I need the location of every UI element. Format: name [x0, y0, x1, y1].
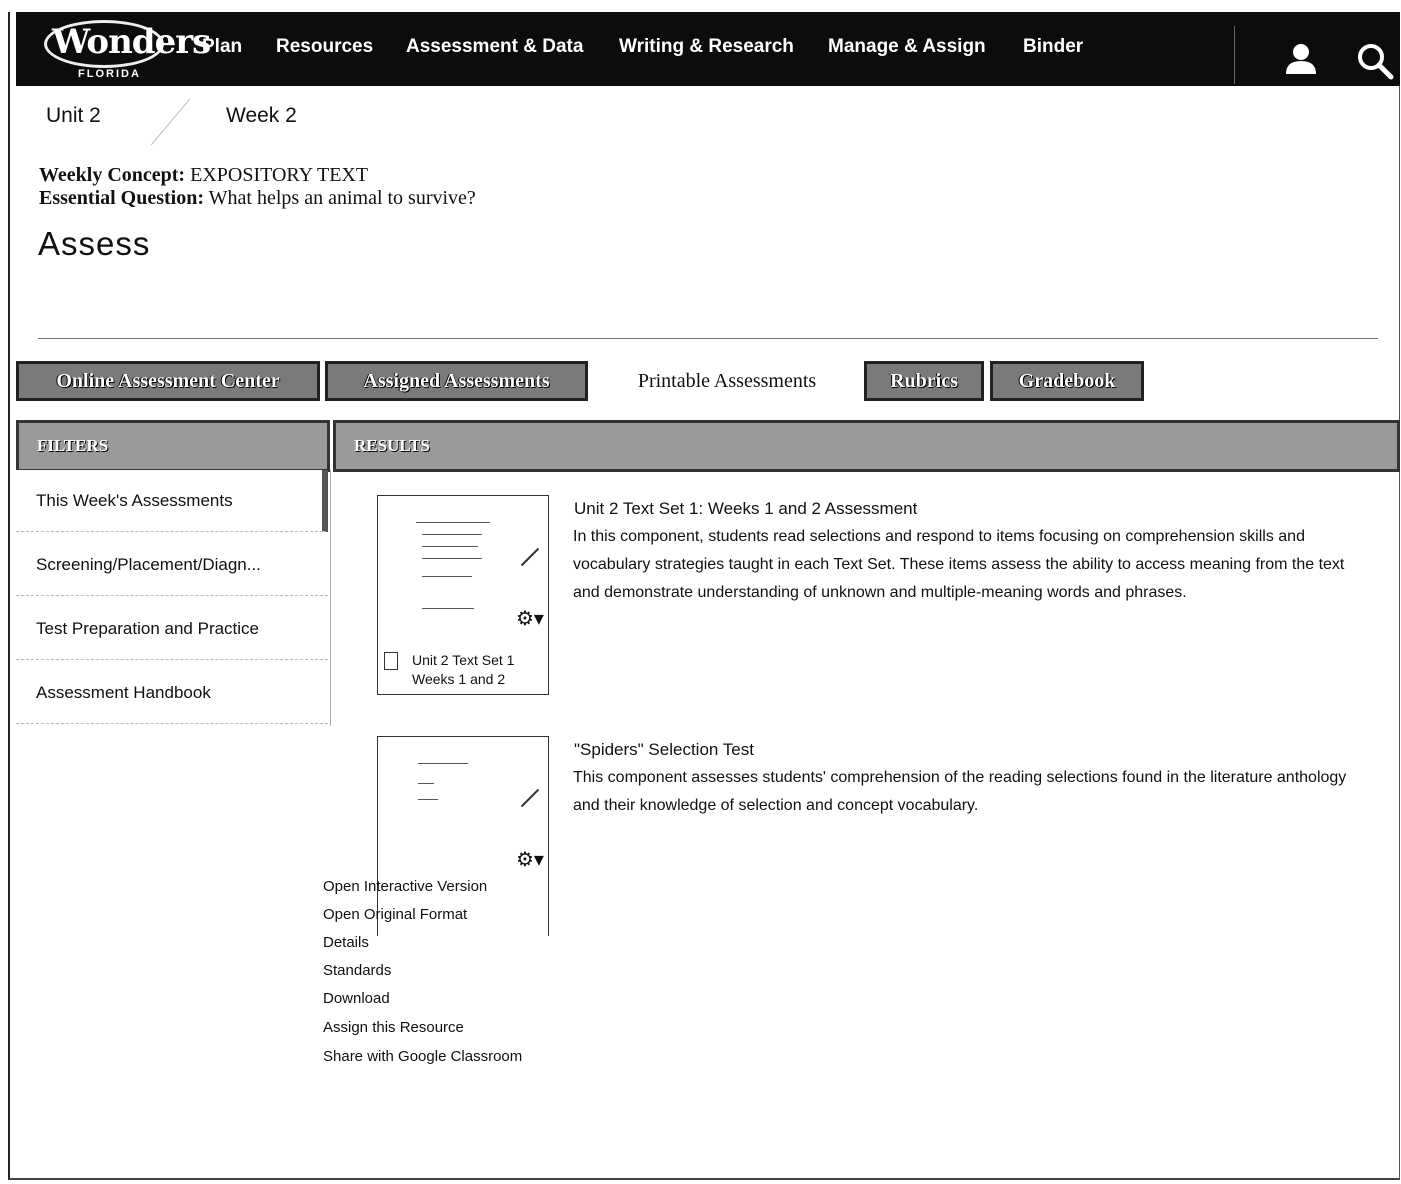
tab-assigned-assessments[interactable]: Assigned Assessments: [325, 361, 588, 401]
card-title[interactable]: Unit 2 Text Set 1: [412, 650, 514, 670]
nav-resources[interactable]: Resources: [276, 36, 373, 58]
tab-label: Rubrics: [890, 369, 958, 392]
nav-plan[interactable]: Plan: [202, 36, 242, 58]
thumbnail-line: [416, 522, 490, 523]
menu-share-google-classroom[interactable]: Share with Google Classroom: [323, 1048, 522, 1065]
tab-online-assessment-center[interactable]: Online Assessment Center: [16, 361, 320, 401]
wonders-logo[interactable]: Wonders FLORIDA: [40, 16, 211, 84]
tab-label: Printable Assessments: [637, 369, 817, 392]
nav-divider: [1234, 26, 1235, 84]
filter-test-preparation[interactable]: Test Preparation and Practice: [16, 598, 328, 660]
thumbnail-line: [418, 783, 434, 784]
thumbnail-line: [422, 608, 474, 609]
weekly-concept: Weekly Concept: EXPOSITORY TEXT: [39, 164, 368, 187]
result-description: This component assesses students' compre…: [573, 769, 1347, 814]
essential-question: Essential Question: What helps an animal…: [39, 187, 476, 210]
result-title[interactable]: Unit 2 Text Set 1: Weeks 1 and 2 Assessm…: [574, 499, 917, 519]
tab-label: Assigned Assessments: [363, 369, 550, 392]
result-title[interactable]: "Spiders" Selection Test: [574, 740, 754, 760]
tab-label: Online Assessment Center: [56, 369, 280, 392]
filter-this-weeks-assessments[interactable]: This Week's Assessments: [16, 470, 328, 532]
top-nav-bar: Wonders FLORIDA Plan Resources Assessmen…: [16, 12, 1400, 86]
divider: [38, 338, 1378, 339]
filters-header: FILTERS: [16, 420, 330, 472]
gear-icon[interactable]: ⚙▾: [516, 847, 544, 872]
tab-gradebook[interactable]: Gradebook: [990, 361, 1144, 401]
edit-icon[interactable]: [520, 788, 540, 808]
nav-binder[interactable]: Binder: [1023, 36, 1083, 58]
weekly-concept-label: Weekly Concept:: [39, 164, 186, 186]
tab-label: Gradebook: [1018, 369, 1116, 392]
search-icon[interactable]: [1356, 42, 1394, 80]
logo-text: Wonders: [52, 22, 211, 62]
essential-question-label: Essential Question:: [39, 187, 205, 209]
menu-details[interactable]: Details: [323, 934, 369, 951]
menu-standards[interactable]: Standards: [323, 962, 391, 979]
result-card[interactable]: ⚙▾ Unit 2 Text Set 1 Weeks 1 and 2: [377, 495, 549, 695]
results-header: RESULTS: [333, 420, 1400, 472]
menu-assign[interactable]: Assign this Resource: [323, 1019, 464, 1036]
user-icon[interactable]: [1284, 42, 1318, 76]
nav-manage-assign[interactable]: Manage & Assign: [828, 36, 986, 58]
page-title: Assess: [38, 225, 151, 262]
gear-icon[interactable]: ⚙▾: [516, 606, 544, 631]
breadcrumb-unit[interactable]: Unit 2: [46, 104, 101, 128]
weekly-concept-value: EXPOSITORY TEXT: [190, 164, 369, 186]
menu-open-interactive[interactable]: Open Interactive Version: [323, 878, 487, 895]
essential-question-value: What helps an animal to survive?: [208, 187, 476, 209]
thumbnail-line: [418, 799, 438, 800]
thumbnail-line: [422, 546, 478, 547]
nav-assessment-data[interactable]: Assessment & Data: [406, 36, 583, 58]
document-icon: [384, 652, 398, 670]
filters-header-label: FILTERS: [37, 436, 109, 455]
tab-rubrics[interactable]: Rubrics: [864, 361, 984, 401]
thumbnail-line: [422, 576, 472, 577]
filter-screening-placement[interactable]: Screening/Placement/Diagn...: [16, 534, 328, 596]
edit-icon[interactable]: [520, 547, 540, 567]
thumbnail-line: [422, 534, 482, 535]
filters-panel: This Week's Assessments Screening/Placem…: [16, 470, 331, 726]
result-description: In this component, students read selecti…: [573, 528, 1345, 601]
logo-state: FLORIDA: [78, 68, 141, 80]
menu-open-original[interactable]: Open Original Format: [323, 906, 467, 923]
nav-writing-research[interactable]: Writing & Research: [619, 36, 794, 58]
thumbnail-line: [418, 763, 468, 764]
card-subtitle[interactable]: Weeks 1 and 2: [412, 669, 505, 689]
menu-download[interactable]: Download: [323, 990, 390, 1007]
tab-printable-assessments[interactable]: Printable Assessments: [596, 361, 858, 401]
thumbnail-line: [422, 558, 482, 559]
results-header-label: RESULTS: [354, 436, 430, 455]
breadcrumb-week[interactable]: Week 2: [226, 104, 297, 128]
filter-assessment-handbook[interactable]: Assessment Handbook: [16, 662, 328, 724]
